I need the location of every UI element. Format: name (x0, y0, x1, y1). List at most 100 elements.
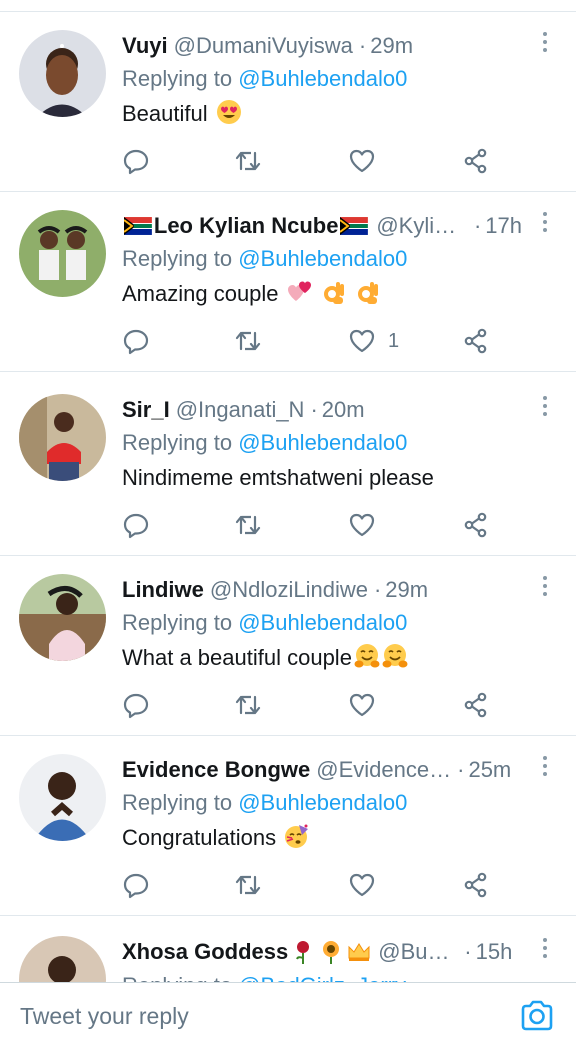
mention-link[interactable]: @BadGirlz_Jerry (238, 973, 406, 982)
replying-to-label: Replying to (122, 66, 233, 91)
like-button[interactable]: 1 (348, 326, 399, 356)
retweet-icon (235, 515, 261, 535)
author-name[interactable]: Lindiwe (122, 574, 204, 606)
sunflower-emoji (323, 941, 340, 964)
avatar[interactable] (19, 574, 106, 661)
mention-link[interactable]: @Buhlebendalo0 (238, 66, 407, 91)
more-options-icon[interactable] (540, 576, 550, 602)
tweet-actions (122, 690, 522, 720)
avatar[interactable] (19, 936, 106, 982)
share-icon (464, 872, 487, 898)
share-button[interactable] (462, 870, 490, 900)
reply-composer[interactable]: Tweet your reply (0, 982, 576, 1050)
more-options-icon[interactable] (540, 756, 550, 782)
author-name[interactable]: Vuyi (122, 30, 168, 62)
reply-icon (123, 149, 149, 175)
author-handle[interactable]: @Inganati_N (176, 394, 305, 426)
heart-icon (349, 149, 375, 173)
reply-button[interactable] (122, 690, 150, 720)
reply-input[interactable]: Tweet your reply (20, 1001, 189, 1031)
author-handle[interactable]: @Buh… (378, 936, 458, 968)
like-button[interactable] (348, 510, 388, 540)
share-button[interactable] (462, 510, 490, 540)
reply-icon (123, 693, 149, 719)
timestamp: 29m (385, 577, 429, 602)
author-handle[interactable]: @Kylia… (376, 210, 468, 242)
share-button[interactable] (462, 146, 490, 176)
author-name[interactable]: Evidence Bongwe (122, 754, 310, 786)
share-button[interactable] (462, 326, 490, 356)
tweet-text: What a beautiful couple (122, 643, 408, 673)
like-button[interactable] (348, 870, 388, 900)
retweet-icon (235, 875, 261, 895)
author-handle[interactable]: @Evidence… (316, 754, 451, 786)
like-button[interactable] (348, 146, 388, 176)
separator-dot: · (457, 757, 465, 782)
tweet[interactable]: Vuyi @DumaniVuyiswa · 29m Replying to @B… (0, 12, 576, 192)
more-options-icon[interactable] (540, 938, 550, 964)
author-handle[interactable]: @DumaniVuyiswa (174, 30, 353, 62)
timestamp: 15h (475, 939, 513, 964)
tweet-text: Beautiful (122, 99, 242, 129)
reply-button[interactable] (122, 510, 150, 540)
tweet[interactable]: Leo Kylian Ncube @Kylia… · 17h Replying … (0, 192, 576, 372)
reply-button[interactable] (122, 146, 150, 176)
reply-icon (123, 513, 149, 539)
tweet[interactable]: Xhosa Goddess @Buh… · 15h Replying to @B… (0, 916, 576, 982)
timestamp: 25m (468, 757, 512, 782)
separator-dot: · (373, 577, 382, 602)
mention-link[interactable]: @Buhlebendalo0 (238, 610, 407, 635)
tweet-body: What a beautiful couple (122, 645, 352, 670)
reply-icon (123, 329, 149, 355)
author-name[interactable]: Leo Kylian Ncube (154, 210, 339, 242)
tweet-body: Congratulations (122, 825, 277, 850)
author-name[interactable]: Xhosa Goddess (122, 936, 288, 968)
avatar[interactable] (19, 754, 106, 841)
share-icon (464, 148, 487, 174)
author-handle[interactable]: @NdloziLindiwe (210, 574, 368, 606)
retweet-icon (235, 151, 261, 171)
reply-button[interactable] (122, 326, 150, 356)
tweet[interactable]: Evidence Bongwe @Evidence… · 25m Replyin… (0, 736, 576, 916)
retweet-button[interactable] (234, 326, 262, 356)
avatar[interactable] (19, 30, 106, 117)
replying-to: Replying to @Buhlebendalo0 (122, 245, 407, 273)
replying-to: Replying to @Buhlebendalo0 (122, 609, 407, 637)
retweet-button[interactable] (234, 146, 262, 176)
replying-to: Replying to @Buhlebendalo0 (122, 65, 407, 93)
south-africa-flag-emoji (124, 217, 152, 235)
like-button[interactable] (348, 690, 388, 720)
separator-dot: · (310, 397, 318, 422)
heart-icon (349, 693, 375, 717)
reply-button[interactable] (122, 870, 150, 900)
separator-dot: · (473, 213, 482, 238)
timestamp: 17h (485, 213, 522, 238)
more-options-icon[interactable] (540, 396, 550, 422)
more-options-icon[interactable] (540, 32, 550, 58)
avatar[interactable] (19, 394, 106, 481)
avatar[interactable] (19, 210, 106, 297)
more-options-icon[interactable] (540, 212, 550, 238)
replying-to: Replying to @BadGirlz_Jerry (122, 972, 406, 982)
replying-to: Replying to @Buhlebendalo0 (122, 429, 407, 457)
tweet-body: Nindimeme emtshatweni please (122, 465, 434, 490)
retweet-button[interactable] (234, 690, 262, 720)
retweet-icon (235, 695, 261, 715)
author-name[interactable]: Sir_I (122, 394, 170, 426)
tweet-text: Congratulations (122, 823, 310, 853)
camera-icon[interactable] (518, 997, 556, 1035)
tweet-body: Amazing couple (122, 281, 279, 306)
tweet[interactable]: Lindiwe @NdloziLindiwe · 29m Replying to… (0, 556, 576, 736)
share-button[interactable] (462, 690, 490, 720)
hugging-emoji (354, 644, 380, 668)
replying-to-label: Replying to (122, 973, 232, 982)
mention-link[interactable]: @Buhlebendalo0 (238, 790, 407, 815)
mention-link[interactable]: @Buhlebendalo0 (238, 430, 407, 455)
separator-dot: · (464, 939, 472, 964)
tweet[interactable]: Sir_I @Inganati_N · 20m Replying to @Buh… (0, 376, 576, 556)
tweet-text: Amazing couple (122, 279, 381, 309)
retweet-button[interactable] (234, 510, 262, 540)
tweet-actions: 1 (122, 326, 522, 356)
retweet-button[interactable] (234, 870, 262, 900)
mention-link[interactable]: @Buhlebendalo0 (238, 246, 407, 271)
